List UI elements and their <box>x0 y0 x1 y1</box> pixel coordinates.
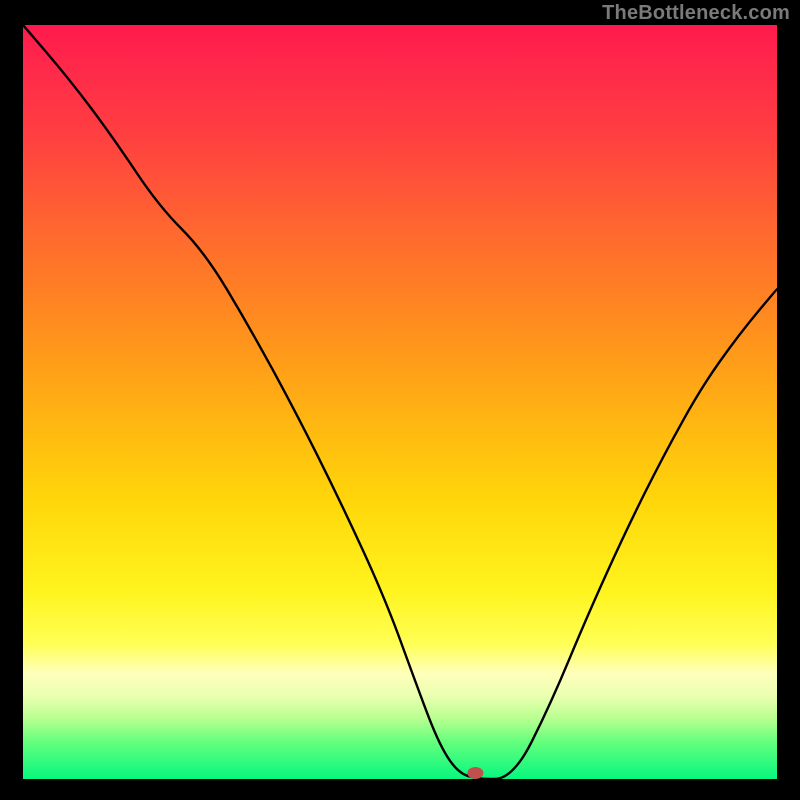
plot-area <box>23 25 777 779</box>
chart-root: TheBottleneck.com <box>0 0 800 800</box>
bottleneck-curve <box>23 25 777 779</box>
watermark-text: TheBottleneck.com <box>602 2 790 25</box>
curve-svg <box>23 25 777 779</box>
optimal-point-marker <box>467 767 483 779</box>
